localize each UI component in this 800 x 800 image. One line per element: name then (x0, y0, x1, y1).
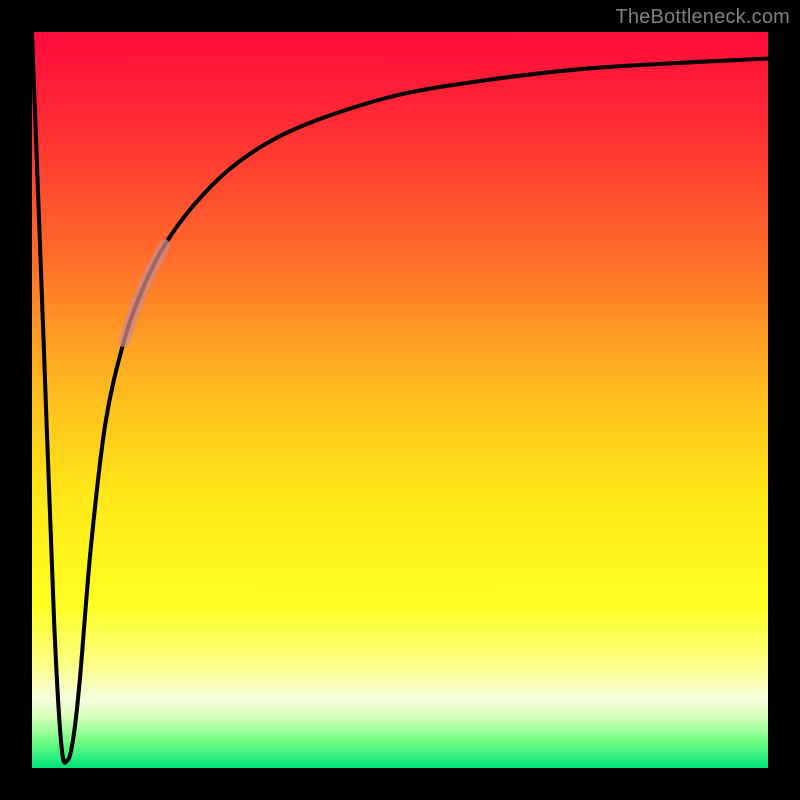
curve-layer (32, 32, 768, 768)
chart-frame: TheBottleneck.com (0, 0, 800, 800)
watermark-text: TheBottleneck.com (615, 6, 790, 28)
plot-area (32, 32, 768, 768)
highlight-segment (124, 245, 164, 341)
watermark: TheBottleneck.com (615, 6, 790, 29)
bottleneck-curve (32, 32, 768, 763)
